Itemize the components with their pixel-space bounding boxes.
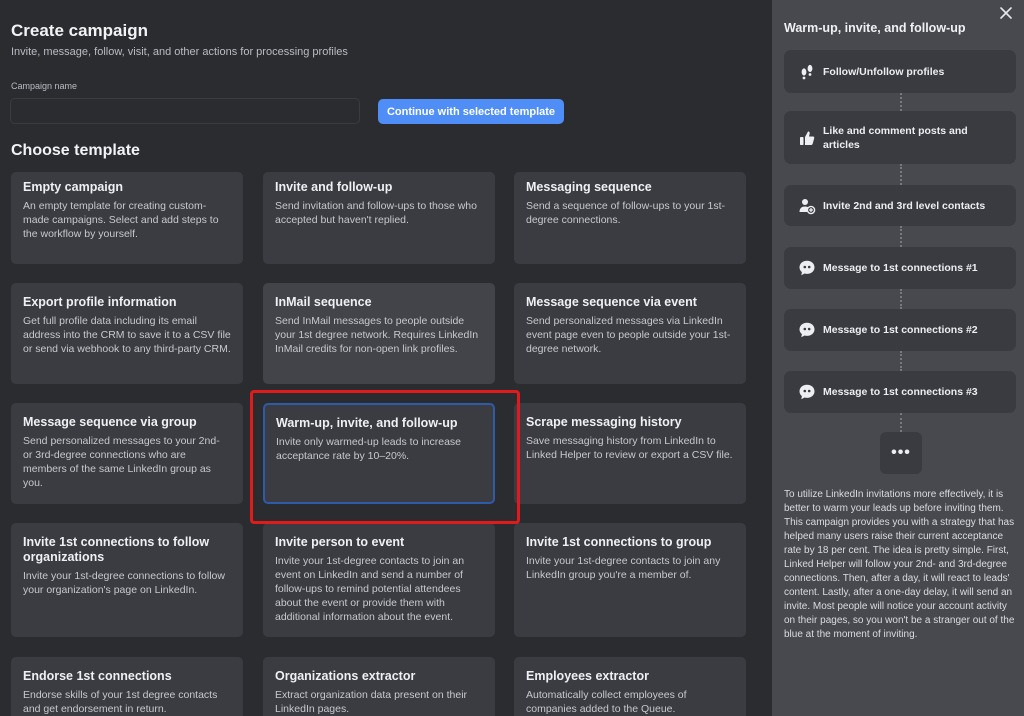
create-campaign-main: Create campaign Invite, message, follow,… <box>0 0 772 716</box>
footprints-icon <box>798 63 816 81</box>
template-card-description: Send personalized messages via LinkedIn … <box>526 315 731 355</box>
template-card-title: Scrape messaging history <box>526 415 682 429</box>
step-message-1st-connections-3[interactable]: Message to 1st connections #3 <box>784 371 1016 413</box>
template-card-messaging-sequence[interactable]: Messaging sequence Send a sequence of fo… <box>514 172 746 264</box>
template-card-description: Save messaging history from LinkedIn to … <box>526 435 733 461</box>
template-card-description: Send InMail messages to people outside y… <box>275 315 479 355</box>
template-card-description: Invite only warmed-up leads to increase … <box>276 436 462 462</box>
template-card-description: Endorse skills of your 1st degree contac… <box>23 689 218 715</box>
step-connector <box>900 226 902 247</box>
template-card-endorse-connections[interactable]: Endorse 1st connections Endorse skills o… <box>11 657 243 716</box>
chat-bubble-icon <box>798 321 816 339</box>
template-card-message-sequence-via-group[interactable]: Message sequence via group Send personal… <box>11 403 243 504</box>
step-invite-2nd-3rd-contacts[interactable]: Invite 2nd and 3rd level contacts <box>784 185 1016 226</box>
template-card-empty-campaign[interactable]: Empty campaign An empty template for cre… <box>11 172 243 264</box>
template-card-description: Send personalized messages to your 2nd- … <box>23 435 220 489</box>
template-card-title: Warm-up, invite, and follow-up <box>276 416 458 430</box>
template-card-description: Extract organization data present on the… <box>275 689 468 715</box>
template-card-description: Invite your 1st-degree contacts to join … <box>526 555 721 581</box>
continue-with-template-button[interactable]: Continue with selected template <box>378 99 564 124</box>
panel-title: Warm-up, invite, and follow-up <box>784 21 966 35</box>
template-preview-panel: Warm-up, invite, and follow-up Follow/Un… <box>772 0 1024 716</box>
template-card-title: Empty campaign <box>23 180 124 194</box>
step-connector <box>900 93 902 111</box>
choose-template-heading: Choose template <box>11 142 140 159</box>
step-label: Like and comment posts and articles <box>823 124 968 151</box>
page-subtitle: Invite, message, follow, visit, and othe… <box>11 46 348 58</box>
template-card-title: Endorse 1st connections <box>23 669 172 683</box>
step-like-and-comment[interactable]: Like and comment posts and articles <box>784 111 1016 164</box>
close-icon[interactable] <box>1000 6 1012 22</box>
step-follow-unfollow-profiles[interactable]: Follow/Unfollow profiles <box>784 50 1016 93</box>
template-card-title: Invite and follow-up <box>275 180 393 194</box>
template-card-title: Messaging sequence <box>526 180 652 194</box>
page-title: Create campaign <box>11 21 148 40</box>
template-card-title: Message sequence via event <box>526 295 697 309</box>
template-card-description: Invite your 1st-degree connections to fo… <box>23 570 225 596</box>
more-steps-button[interactable]: ••• <box>880 432 922 474</box>
template-card-inmail-sequence[interactable]: InMail sequence Send InMail messages to … <box>263 283 495 384</box>
step-label: Message to 1st connections #1 <box>823 262 978 274</box>
step-connector <box>900 289 902 309</box>
template-card-message-sequence-via-event[interactable]: Message sequence via event Send personal… <box>514 283 746 384</box>
template-card-title: Message sequence via group <box>23 415 197 429</box>
template-card-title: Invite 1st connections to group <box>526 535 712 549</box>
template-card-description: Invite your 1st-degree contacts to join … <box>275 555 465 623</box>
template-card-description: An empty template for creating custom-ma… <box>23 200 219 240</box>
chat-bubble-icon <box>798 383 816 401</box>
template-card-invite-to-group[interactable]: Invite 1st connections to group Invite y… <box>514 523 746 637</box>
template-card-invite-to-follow-organizations[interactable]: Invite 1st connections to follow organiz… <box>11 523 243 637</box>
template-card-export-profile-information[interactable]: Export profile information Get full prof… <box>11 283 243 384</box>
step-connector <box>900 413 902 432</box>
template-card-title: Invite 1st connections to follow organiz… <box>23 535 210 564</box>
step-connector <box>900 164 902 185</box>
step-connector <box>900 351 902 371</box>
template-card-organizations-extractor[interactable]: Organizations extractor Extract organiza… <box>263 657 495 716</box>
template-card-scrape-messaging-history[interactable]: Scrape messaging history Save messaging … <box>514 403 746 504</box>
template-card-invite-and-follow-up[interactable]: Invite and follow-up Send invitation and… <box>263 172 495 264</box>
template-card-description: Send invitation and follow-ups to those … <box>275 200 477 226</box>
template-card-title: Invite person to event <box>275 535 405 549</box>
step-label: Follow/Unfollow profiles <box>823 65 945 78</box>
template-card-description: Get full profile data including its emai… <box>23 315 231 355</box>
step-label: Message to 1st connections #3 <box>823 386 978 398</box>
template-card-title: Export profile information <box>23 295 177 309</box>
template-card-invite-person-to-event[interactable]: Invite person to event Invite your 1st-d… <box>263 523 495 637</box>
template-card-description: Send a sequence of follow-ups to your 1s… <box>526 200 726 226</box>
campaign-name-input[interactable] <box>10 98 360 124</box>
template-card-description: Automatically collect employees of compa… <box>526 689 687 715</box>
add-person-icon <box>798 197 816 215</box>
template-card-title: InMail sequence <box>275 295 372 309</box>
step-label: Invite 2nd and 3rd level contacts <box>823 199 986 212</box>
template-card-employees-extractor[interactable]: Employees extractor Automatically collec… <box>514 657 746 716</box>
template-card-title: Employees extractor <box>526 669 649 683</box>
template-card-title: Organizations extractor <box>275 669 416 683</box>
thumbs-up-icon <box>798 129 816 147</box>
step-label: Message to 1st connections #2 <box>823 324 978 336</box>
template-card-warm-up-invite-follow-up[interactable]: Warm-up, invite, and follow-up Invite on… <box>263 403 495 504</box>
step-message-1st-connections-1[interactable]: Message to 1st connections #1 <box>784 247 1016 289</box>
campaign-name-label: Campaign name <box>11 81 78 91</box>
step-message-1st-connections-2[interactable]: Message to 1st connections #2 <box>784 309 1016 351</box>
chat-bubble-icon <box>798 259 816 277</box>
template-description: To utilize LinkedIn invitations more eff… <box>784 489 1015 640</box>
